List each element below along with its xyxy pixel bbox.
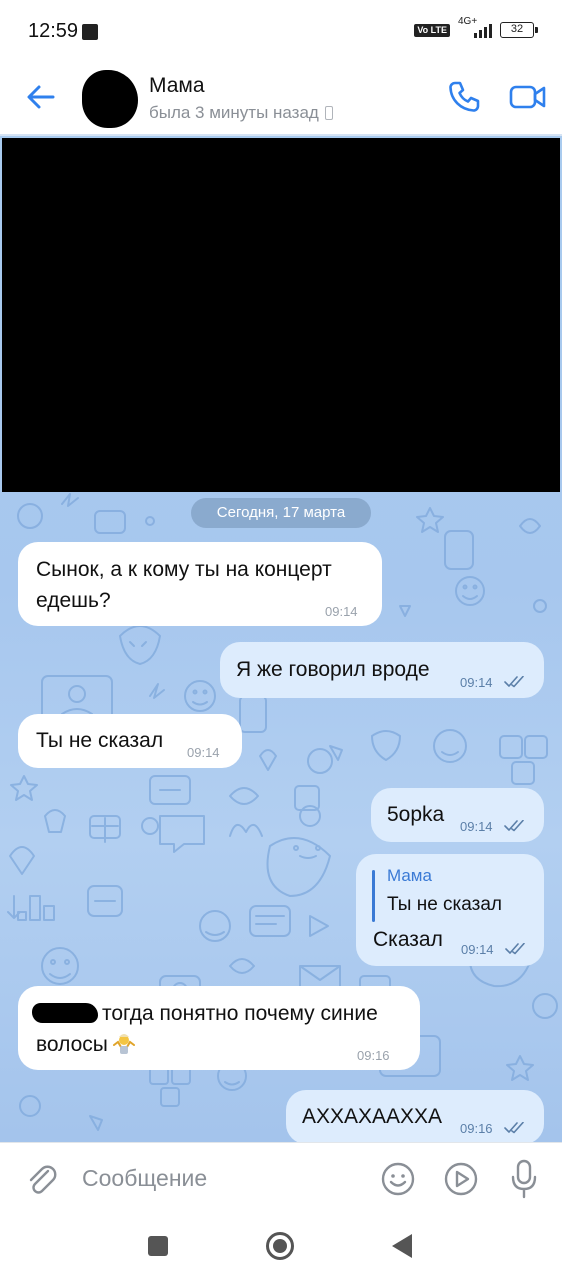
message-text: едешь? bbox=[36, 589, 111, 612]
message-text: Сынок, а к кому ты на концерт bbox=[36, 558, 332, 581]
paperclip-icon[interactable] bbox=[24, 1161, 58, 1197]
recent-apps-button[interactable] bbox=[148, 1236, 168, 1256]
message-bubble-incoming[interactable]: Сынок, а к кому ты на концерт едешь? 09:… bbox=[18, 542, 382, 626]
read-checkmarks-icon bbox=[504, 1122, 524, 1134]
person-shrugging-emoji-icon bbox=[112, 1034, 135, 1054]
message-bubble-outgoing-reply[interactable]: Мама Ты не сказал Сказал 09:14 bbox=[356, 854, 544, 966]
avatar[interactable] bbox=[82, 70, 138, 128]
message-bubble-outgoing[interactable]: АХХАХААХХА 09:16 bbox=[286, 1090, 544, 1142]
message-time: 09:14 bbox=[460, 675, 493, 690]
message-time: 09:16 bbox=[460, 1121, 493, 1136]
microphone-icon[interactable] bbox=[508, 1158, 540, 1200]
read-checkmarks-icon bbox=[505, 943, 525, 955]
message-text: волосы bbox=[36, 1029, 136, 1060]
reply-quoted-text[interactable]: Ты не сказал bbox=[387, 894, 502, 916]
home-button[interactable] bbox=[266, 1232, 294, 1260]
message-composer bbox=[0, 1142, 562, 1214]
message-bubble-incoming[interactable]: Ты не сказал 09:14 bbox=[18, 714, 242, 768]
contact-status: была 3 минуты назад bbox=[149, 103, 333, 123]
volte-icon: Vo LTE bbox=[414, 23, 450, 37]
smiley-icon[interactable] bbox=[380, 1161, 416, 1197]
message-bubble-outgoing[interactable]: Я же говорил вроде 09:14 bbox=[220, 642, 544, 698]
reply-quote-bar bbox=[372, 870, 375, 922]
chat-header: Мама была 3 минуты назад bbox=[0, 64, 562, 136]
signal-icon: 4G+ bbox=[458, 16, 492, 40]
phone-icon[interactable] bbox=[446, 79, 482, 115]
battery-icon: 32 bbox=[500, 22, 538, 38]
message-time: 09:14 bbox=[325, 604, 358, 619]
read-checkmarks-icon bbox=[504, 676, 524, 688]
redacted-scribble bbox=[32, 1003, 98, 1023]
chat-area[interactable]: Сегодня, 17 марта Сынок, а к кому ты на … bbox=[0, 136, 562, 1142]
play-circle-icon[interactable] bbox=[443, 1161, 479, 1197]
message-text: Я же говорил вроде bbox=[236, 658, 430, 681]
message-bubble-outgoing[interactable]: 5opka 09:14 bbox=[371, 788, 544, 842]
video-camera-icon[interactable] bbox=[508, 79, 548, 115]
reply-author[interactable]: Мама bbox=[387, 866, 432, 886]
upload-notification-icon bbox=[82, 24, 98, 40]
message-text: АХХАХААХХА bbox=[302, 1105, 443, 1128]
hidden-media-block[interactable] bbox=[2, 138, 560, 492]
system-back-button[interactable] bbox=[392, 1234, 412, 1258]
status-time: 12:59 bbox=[28, 20, 79, 42]
status-indicators: Vo LTE 4G+ 32 bbox=[414, 16, 538, 40]
date-separator: Сегодня, 17 марта bbox=[191, 498, 371, 528]
message-time: 09:16 bbox=[357, 1048, 390, 1063]
mobile-device-icon bbox=[324, 106, 333, 120]
back-arrow-icon[interactable] bbox=[24, 80, 58, 114]
message-text: Ты не сказал bbox=[36, 729, 164, 752]
message-time: 09:14 bbox=[461, 942, 494, 957]
message-time: 09:14 bbox=[187, 745, 220, 760]
system-navigation-bar bbox=[0, 1214, 562, 1280]
message-time: 09:14 bbox=[460, 819, 493, 834]
message-text: 5opka bbox=[387, 803, 445, 826]
message-bubble-incoming[interactable]: тогда понятно почему синие волосы 09:16 bbox=[18, 986, 420, 1070]
status-bar: 12:59 Vo LTE 4G+ 32 bbox=[0, 0, 562, 64]
contact-name[interactable]: Мама bbox=[149, 74, 205, 98]
message-text: тогда понятно почему синие bbox=[32, 998, 378, 1029]
message-text: Сказал bbox=[373, 928, 443, 951]
read-checkmarks-icon bbox=[504, 820, 524, 832]
message-input[interactable] bbox=[82, 1161, 362, 1195]
